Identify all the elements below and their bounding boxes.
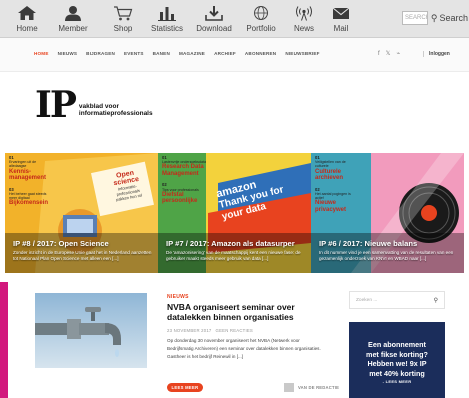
article-comments[interactable]: GEEN REACTIES (216, 328, 253, 333)
feature-card-nieuwe-balans[interactable]: 01 Veiligstellen van de culturele Cultur… (311, 153, 464, 273)
nav-item-home[interactable]: HOME (34, 51, 49, 56)
rss-icon[interactable]: ⌁ (397, 50, 401, 57)
promo-line: Een abonnement (368, 340, 426, 349)
author-name: VAN DE REDACTIE (298, 385, 340, 390)
toc-heading: Het aantal pogingen is actief (315, 191, 351, 201)
feature-description: In dit nummer vind je een samenvatting v… (319, 250, 454, 261)
toolbar-label-news: News (293, 24, 314, 33)
faucet-image (35, 293, 147, 368)
logo-mark: IP (35, 84, 77, 126)
toc-topic: Diefstal persoonlijke (162, 191, 198, 205)
person-icon (65, 6, 81, 21)
article-excerpt: Op donderdag 30 november organiseert het… (167, 338, 321, 359)
facebook-icon[interactable]: f (378, 51, 380, 57)
feature-carousel: 01 Ervaringen uit de alledaagse Kennis-m… (5, 153, 464, 273)
toolbar-search[interactable]: SEARCH ⚲ Search (402, 9, 468, 27)
nav-item-archief[interactable]: ARCHIEF (214, 51, 236, 56)
feature-title[interactable]: IP #8 / 2017: Open Science (13, 239, 109, 248)
promo-line: Hebben we! 9x IP (367, 359, 427, 368)
feature-description: De 'amazonisering' van de maatschappij k… (166, 250, 301, 261)
article-author[interactable]: VAN DE REDACTIE (284, 383, 339, 392)
promo-line: met 40% korting (369, 368, 425, 378)
toolbar-label-portfolio: Portfolio (246, 24, 276, 33)
toc-topic: Bijkomensein (9, 200, 49, 207)
feature-description: Zonder inzicht in de Europese Unie gaat … (13, 250, 152, 261)
toolbar-item-shop[interactable]: Shop (108, 0, 138, 38)
feature-card-amazon[interactable]: 01 Lastenvrije onderzoeksdata Research D… (158, 153, 311, 273)
toolbar-label-mail: Mail (333, 24, 349, 33)
toolbar-item-portfolio[interactable]: Portfolio (243, 0, 279, 38)
toolbar-item-news[interactable]: News (289, 0, 319, 38)
article-thumbnail[interactable] (35, 293, 147, 368)
feature-card-open-science[interactable]: 01 Ervaringen uit de alledaagse Kennis-m… (5, 153, 158, 273)
issue-contents: 01 Lastenvrije onderzoeksdata Research D… (162, 155, 206, 205)
toolbar-label-download: Download (196, 24, 232, 33)
nav-item-nieuws[interactable]: NIEUWS (58, 51, 78, 56)
toc-topic: Nieuwe privacywet (315, 200, 347, 213)
toolbar-search-label[interactable]: Search (439, 13, 468, 23)
globe-icon (254, 6, 268, 20)
search-icon[interactable]: ⚲ (434, 297, 438, 304)
login-link[interactable]: Inloggen (423, 51, 450, 57)
toolbar-item-statistics[interactable]: Statistics (148, 0, 186, 38)
issue-contents: 01 Veiligstellen van de culturele Cultur… (315, 155, 359, 213)
nav-item-nieuwsbrief[interactable]: NIEUWSBRIEF (285, 51, 319, 56)
decorative-edge (0, 282, 8, 398)
browser-toolbar: Home Member Shop Statistics Download Por… (0, 0, 469, 38)
toolbar-item-home[interactable]: Home (12, 0, 42, 38)
sidebar-search[interactable]: Zoeken ... ⚲ (349, 291, 445, 309)
toc-topic: Kennis-management (9, 168, 47, 182)
read-more-button[interactable]: LEES MEER (167, 383, 203, 392)
feature-title[interactable]: IP #7 / 2017: Amazon als datasurper (166, 239, 295, 248)
envelope-icon (332, 7, 350, 19)
download-icon (205, 6, 223, 21)
issue-contents: 01 Ervaringen uit de alledaagse Kennis-m… (9, 155, 53, 207)
article-meta: 23 NOVEMBER 2017 GEEN REACTIES (167, 328, 253, 333)
toolbar-item-member[interactable]: Member (55, 0, 91, 38)
toolbar-label-home: Home (16, 24, 38, 33)
toolbar-label-statistics: Statistics (150, 24, 183, 33)
subscription-promo[interactable]: Een abonnement met fikse korting? Hebben… (349, 322, 445, 398)
toolbar-item-mail[interactable]: Mail (326, 0, 356, 38)
site-logo[interactable]: IP vakblad voor informatieprofessionals (35, 84, 153, 126)
toc-heading: Ervaringen uit de alledaagse (9, 160, 37, 169)
nav-links: HOME NIEUWS BIJDRAGEN EVENTS BANEN MAGAZ… (34, 51, 320, 56)
toc-heading: Het beheer gaat steeds meer digitaal (9, 191, 47, 201)
article-title[interactable]: NVBA organiseert seminar over datalekken… (167, 302, 327, 322)
social-links: f 𝕏 ⌁ (378, 50, 401, 58)
nav-item-events[interactable]: EVENTS (124, 51, 144, 56)
house-icon (18, 6, 36, 20)
search-icon[interactable]: ⚲ (431, 13, 438, 24)
nav-item-magazine[interactable]: MAGAZINE (179, 51, 205, 56)
broadcast-icon (296, 6, 312, 21)
toc-topic: Research Data Management (162, 164, 204, 177)
bar-chart-icon (158, 7, 176, 21)
sidebar-search-input[interactable]: Zoeken ... (356, 298, 377, 303)
avatar (284, 383, 294, 392)
nav-item-bijdragen[interactable]: BIJDRAGEN (86, 51, 115, 56)
toolbar-label-member: Member (58, 24, 88, 33)
toc-topic: Culturele archieven (315, 168, 344, 182)
toolbar-label-shop: Shop (113, 24, 133, 33)
nav-item-banen[interactable]: BANEN (153, 51, 170, 56)
twitter-icon[interactable]: 𝕏 (386, 50, 391, 57)
site-nav: HOME NIEUWS BIJDRAGEN EVENTS BANEN MAGAZ… (0, 38, 469, 72)
feature-title[interactable]: IP #6 / 2017: Nieuwe balans (319, 239, 417, 248)
article-date: 23 NOVEMBER 2017 (167, 328, 212, 333)
nav-item-abonneren[interactable]: ABONNEREN (245, 51, 276, 56)
toolbar-item-download[interactable]: Download (195, 0, 233, 38)
toc-heading: Veiligstellen van de culturele (315, 160, 346, 169)
promo-line: met fikse korting? (366, 349, 428, 359)
article-category[interactable]: NIEUWS (167, 294, 189, 300)
cart-icon (114, 6, 133, 21)
logo-tagline: vakblad voor informatieprofessionals (78, 103, 153, 117)
toolbar-search-input[interactable]: SEARCH (402, 11, 428, 25)
promo-cta[interactable]: - LEES MEER (349, 379, 445, 384)
